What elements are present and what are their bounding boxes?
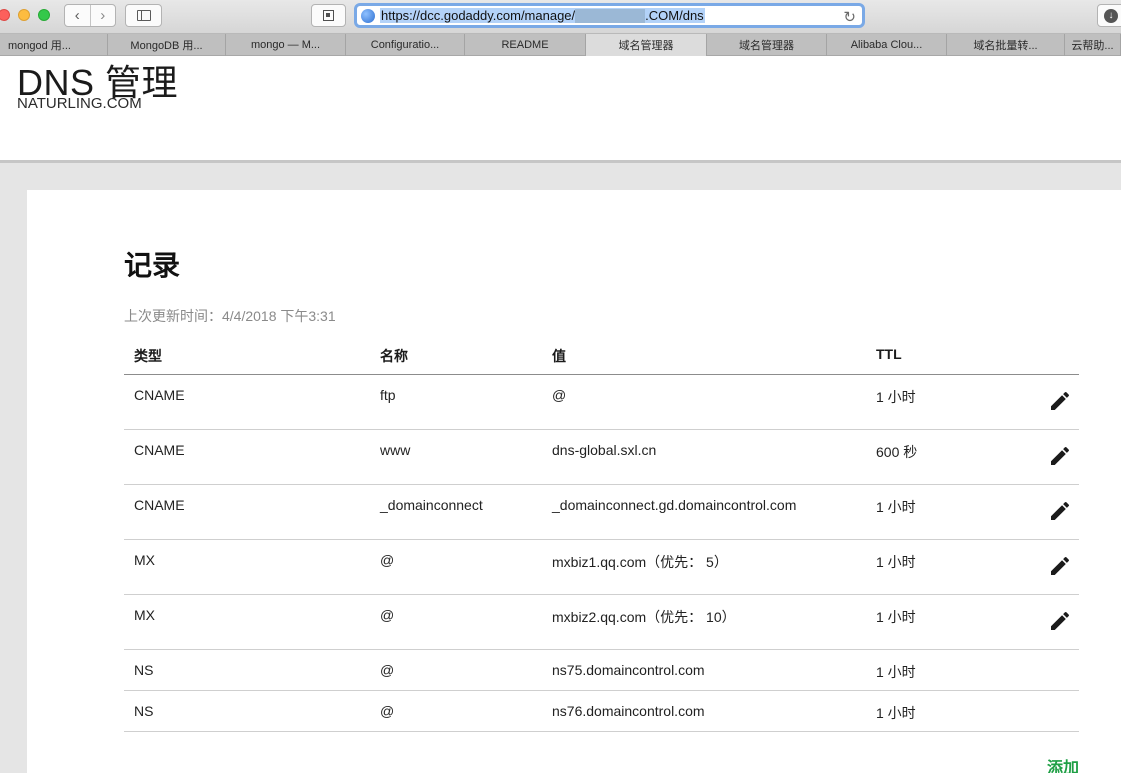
record-type-cell: CNAME xyxy=(134,442,185,458)
redacted-block xyxy=(575,9,646,24)
sidebar-icon xyxy=(136,10,151,21)
row-divider xyxy=(124,539,1079,540)
browser-tab[interactable]: 域名管理器 xyxy=(707,34,827,56)
record-value-cell: @ xyxy=(552,387,567,403)
row-divider xyxy=(124,731,1079,732)
column-header-name: 名称 xyxy=(380,348,408,364)
reload-icon[interactable]: ↻ xyxy=(843,8,856,26)
sidebar-toggle-button[interactable] xyxy=(125,4,162,27)
record-ttl-cell: 1 小时 xyxy=(876,389,916,405)
downloads-button[interactable]: ↓ xyxy=(1097,4,1121,27)
edit-pencil-icon[interactable] xyxy=(1048,444,1072,468)
browser-tab[interactable]: Alibaba Clou... xyxy=(827,34,947,56)
record-value-cell: ns76.domaincontrol.com xyxy=(552,703,705,719)
record-type-cell: NS xyxy=(134,662,154,678)
row-divider xyxy=(124,484,1079,485)
row-divider xyxy=(124,594,1079,595)
browser-toolbar: ‹ › https://dcc.godaddy.com/manage/.COM/… xyxy=(0,0,1121,34)
browser-tab[interactable]: mongod 用... xyxy=(0,34,108,56)
record-value-cell: _domainconnect.gd.domaincontrol.com xyxy=(552,497,797,513)
record-type-cell: NS xyxy=(134,703,154,719)
record-name-cell: _domainconnect xyxy=(380,497,483,513)
edit-pencil-icon[interactable] xyxy=(1048,389,1072,413)
record-name-cell: @ xyxy=(380,552,395,568)
navigation-buttons: ‹ › xyxy=(64,4,116,27)
record-name-cell: ftp xyxy=(380,387,396,403)
record-ttl-cell: 1 小时 xyxy=(876,664,916,680)
header-divider-line xyxy=(124,374,1079,375)
records-title: 记录 xyxy=(124,250,181,281)
record-ttl-cell: 1 小时 xyxy=(876,705,916,721)
zoom-window-button[interactable] xyxy=(38,9,50,21)
back-button[interactable]: ‹ xyxy=(65,5,91,26)
chevron-left-icon: ‹ xyxy=(74,7,80,24)
record-value-cell: ns75.domaincontrol.com xyxy=(552,662,705,678)
record-type-cell: MX xyxy=(134,607,155,623)
reader-button[interactable] xyxy=(311,4,346,27)
browser-tab-active[interactable]: 域名管理器 xyxy=(586,34,707,56)
column-header-type: 类型 xyxy=(134,348,162,364)
domain-name: NATURLING.COM xyxy=(17,95,142,112)
edit-pencil-icon[interactable] xyxy=(1048,499,1072,523)
close-window-button[interactable] xyxy=(0,9,10,21)
record-name-cell: @ xyxy=(380,607,395,623)
record-type-cell: MX xyxy=(134,552,155,568)
record-type-cell: CNAME xyxy=(134,497,185,513)
reader-icon xyxy=(323,10,334,21)
record-value-cell: mxbiz1.qq.com（优先： 5） xyxy=(552,554,728,570)
address-bar[interactable]: https://dcc.godaddy.com/manage/.COM/dns … xyxy=(354,3,865,28)
record-ttl-cell: 1 小时 xyxy=(876,609,916,625)
record-name-cell: www xyxy=(380,442,411,458)
column-header-value: 值 xyxy=(552,348,566,364)
browser-tab[interactable]: Configuratio... xyxy=(346,34,465,56)
last-updated-text: 上次更新时间：4/4/2018 下午3:31 xyxy=(124,308,336,324)
record-name-cell: @ xyxy=(380,703,395,719)
add-record-link[interactable]: 添加 xyxy=(1047,754,1079,773)
record-value-cell: dns-global.sxl.cn xyxy=(552,442,657,458)
minimize-window-button[interactable] xyxy=(18,9,30,21)
browser-tab[interactable]: 域名批量转... xyxy=(947,34,1065,56)
download-icon: ↓ xyxy=(1104,8,1118,23)
records-card xyxy=(27,190,1121,773)
record-ttl-cell: 1 小时 xyxy=(876,499,916,515)
page-header: DNS 管理 NATURLING.COM xyxy=(0,57,1121,160)
column-header-ttl: TTL xyxy=(876,346,902,362)
record-value-cell: mxbiz2.qq.com（优先： 10） xyxy=(552,609,736,625)
edit-pencil-icon[interactable] xyxy=(1048,554,1072,578)
browser-tab[interactable]: mongo — M... xyxy=(226,34,346,56)
tab-strip: mongod 用... MongoDB 用... mongo — M... Co… xyxy=(0,34,1121,56)
record-type-cell: CNAME xyxy=(134,387,185,403)
url-text: https://dcc.godaddy.com/manage/.COM/dns xyxy=(380,7,705,24)
record-name-cell: @ xyxy=(380,662,395,678)
row-divider xyxy=(124,690,1079,691)
browser-tab[interactable]: 云帮助... xyxy=(1065,34,1121,56)
row-divider xyxy=(124,649,1079,650)
forward-button[interactable]: › xyxy=(91,5,116,26)
browser-tab[interactable]: README xyxy=(465,34,586,56)
record-ttl-cell: 1 小时 xyxy=(876,554,916,570)
edit-pencil-icon[interactable] xyxy=(1048,609,1072,633)
record-ttl-cell: 600 秒 xyxy=(876,444,918,460)
browser-tab[interactable]: MongoDB 用... xyxy=(108,34,226,56)
globe-icon xyxy=(361,8,375,23)
row-divider xyxy=(124,429,1079,430)
chevron-right-icon: › xyxy=(100,7,106,24)
